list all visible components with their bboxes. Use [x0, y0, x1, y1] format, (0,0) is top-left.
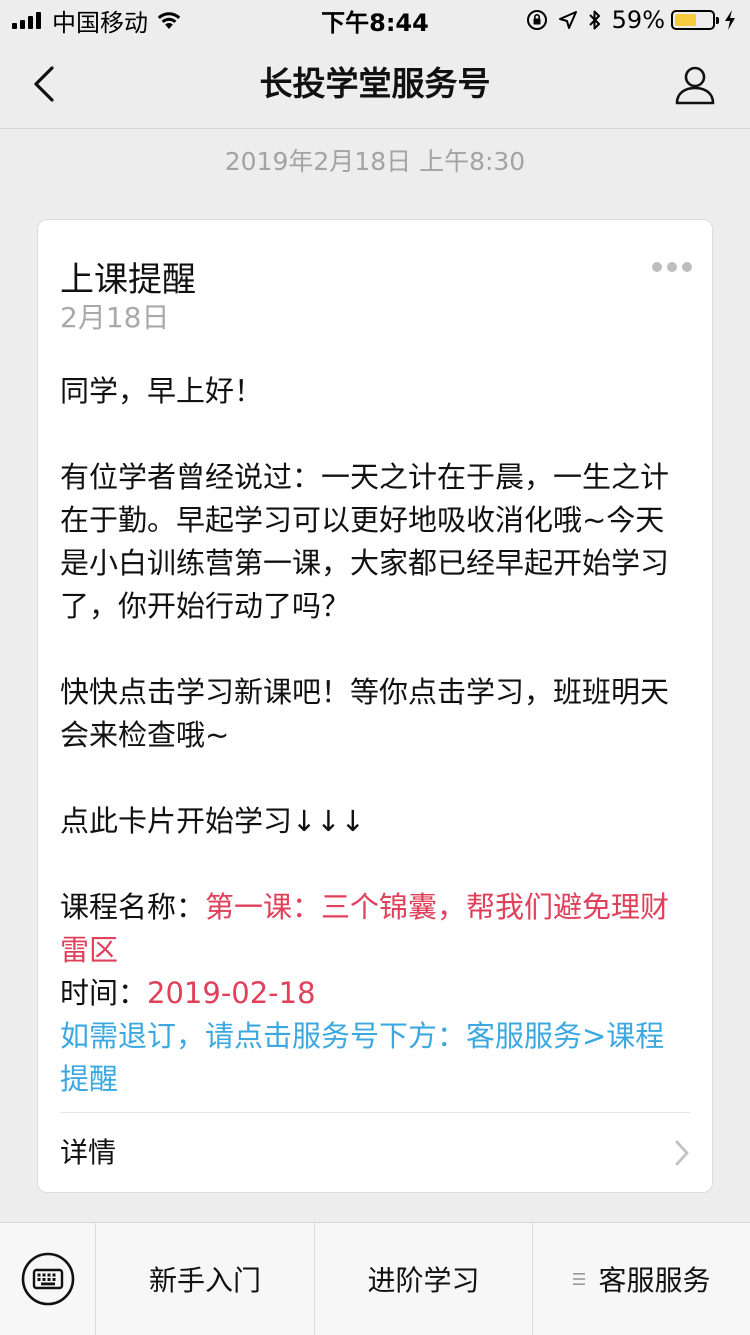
course-name-row: 课程名称：第一课：三个锦囊，帮我们避免理财雷区	[60, 886, 692, 972]
detail-label: 详情	[60, 1136, 117, 1169]
carrier-name: 中国移动	[52, 8, 148, 37]
body-paragraph-1: 有位学者曾经说过：一天之计在于晨，一生之计在于勤。早起学习可以更好地吸收消化哦~…	[60, 460, 670, 623]
battery-level	[675, 14, 697, 26]
battery-percent: 59%	[611, 6, 665, 34]
card-date: 2月18日	[60, 301, 170, 334]
card-detail-link[interactable]: 详情	[38, 1113, 712, 1193]
signal-strength-icon	[12, 11, 44, 29]
keyboard-toggle-button[interactable]	[0, 1223, 96, 1335]
menu-item-label: 进阶学习	[367, 1264, 480, 1297]
status-bar-right: 59%	[516, 6, 736, 34]
card-body: 同学，早上好！ 有位学者曾经说过：一天之计在于晨，一生之计在于勤。早起学习可以更…	[60, 370, 692, 1101]
greeting-text: 同学，早上好！	[60, 374, 264, 408]
person-icon[interactable]	[674, 64, 716, 106]
bluetooth-icon	[588, 10, 600, 30]
call-to-action-text: 点此卡片开始学习↓↓↓	[60, 804, 365, 838]
menu-item-label: 新手入门	[148, 1264, 261, 1297]
course-time-value: 2019-02-18	[147, 976, 316, 1010]
course-time-label: 时间：	[60, 976, 148, 1010]
chevron-right-icon	[675, 1140, 689, 1166]
battery-icon	[671, 10, 719, 30]
keyboard-icon	[21, 1252, 74, 1306]
service-menu-bar: 新手入门 进阶学习 客服服务	[0, 1222, 750, 1335]
body-paragraph-2: 快快点击学习新课吧！等你点击学习，班班明天会来检查哦~	[60, 675, 670, 752]
page-title: 长投学堂服务号	[259, 64, 491, 103]
course-reminder-card[interactable]: 上课提醒 2月18日 同学，早上好！ 有位学者曾经说过：一天之计在于晨，一生之计…	[37, 219, 713, 1193]
message-timestamp: 2019年2月18日 上午8:30	[224, 147, 526, 176]
nav-bar: 长投学堂服务号	[0, 40, 750, 129]
orientation-lock-icon	[526, 10, 547, 30]
menu-item-beginner-guide[interactable]: 新手入门	[96, 1223, 315, 1335]
status-bar: 中国移动 下午8:44 59%	[0, 0, 750, 40]
wifi-icon	[156, 10, 182, 30]
course-time-row: 时间：2019-02-18	[60, 972, 692, 1015]
status-bar-left: 中国移动	[12, 3, 182, 38]
menu-item-label: 客服服务	[598, 1264, 711, 1297]
location-arrow-icon	[558, 11, 577, 29]
menu-lines-icon	[573, 1273, 586, 1285]
course-name-label: 课程名称：	[60, 890, 206, 924]
more-options-icon[interactable]	[652, 262, 692, 272]
menu-item-advanced-learning[interactable]: 进阶学习	[315, 1223, 533, 1335]
menu-item-customer-service[interactable]: 客服服务	[533, 1223, 750, 1335]
unsubscribe-note: 如需退订，请点击服务号下方：客服服务>课程提醒	[60, 1019, 665, 1096]
charging-bolt-icon	[725, 10, 735, 30]
card-title: 上课提醒	[60, 260, 196, 300]
